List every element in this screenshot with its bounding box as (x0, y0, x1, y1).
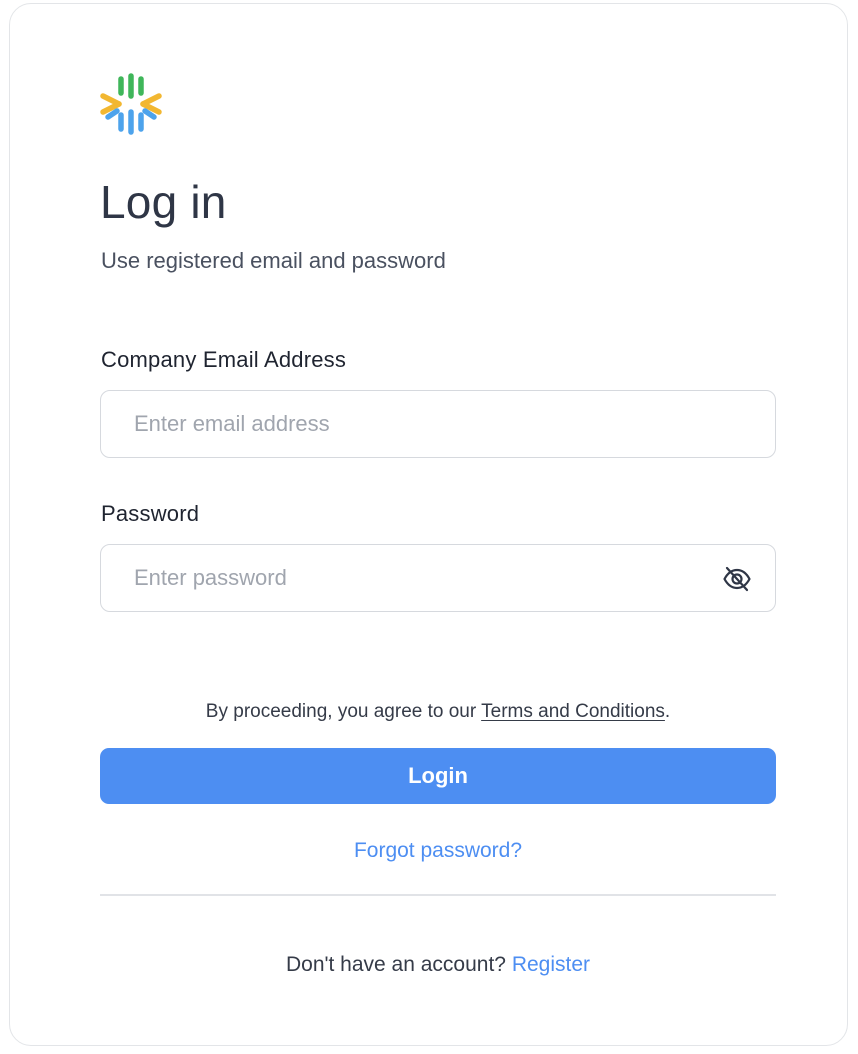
terms-link[interactable]: Terms and Conditions (481, 701, 665, 722)
password-field-label: Password (101, 501, 200, 526)
forgot-password-link[interactable]: Forgot password? (354, 839, 522, 862)
terms-suffix: . (664, 701, 671, 722)
brand-logo-icon (99, 72, 163, 136)
register-prompt: Don't have an account? (285, 953, 512, 976)
divider (100, 894, 776, 896)
register-row: Don't have an account? Register (100, 950, 776, 980)
login-card: Log in Use registered email and password… (9, 3, 848, 1046)
email-input[interactable] (134, 391, 694, 457)
password-field[interactable] (100, 544, 776, 612)
email-field[interactable] (100, 390, 776, 458)
snowflake-logo-icon (100, 73, 162, 135)
register-link[interactable]: Register (512, 953, 590, 976)
page-title: Log in (100, 176, 227, 228)
page-subtitle: Use registered email and password (101, 248, 446, 273)
email-field-label: Company Email Address (101, 347, 347, 372)
forgot-password-row: Forgot password? (100, 836, 776, 866)
eye-off-icon[interactable] (721, 563, 753, 595)
terms-notice: By proceeding, you agree to our Terms an… (100, 698, 776, 726)
terms-prefix: By proceeding, you agree to our (205, 701, 482, 722)
password-input[interactable] (134, 545, 694, 611)
login-button[interactable]: Login (100, 748, 776, 804)
